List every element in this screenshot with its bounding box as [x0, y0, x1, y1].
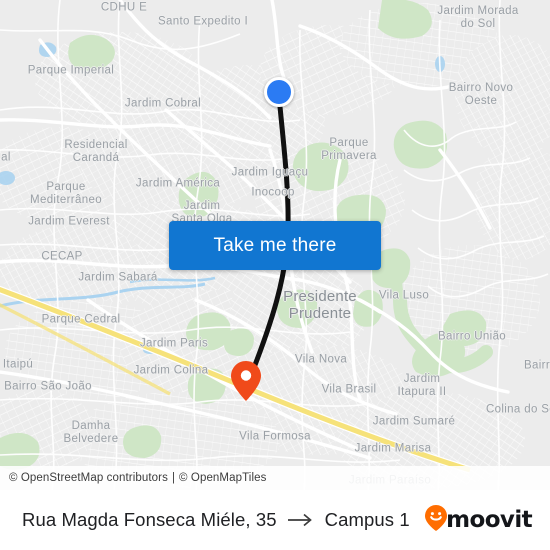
route-origin-label: Rua Magda Fonseca Miéle, 35: [22, 509, 277, 530]
moovit-pin-icon: [425, 504, 448, 536]
arrow-right-icon: [287, 513, 314, 527]
map-canvas[interactable]: CDHU E Santo Expedito I Jardim Morada do S…: [0, 0, 550, 490]
moovit-route-screenshot: CDHU E Santo Expedito I Jardim Morada do S…: [0, 0, 550, 550]
route-footer-bar: Rua Magda Fonseca Miéle, 35 Campus 1 moo…: [0, 490, 550, 550]
osm-attribution-link[interactable]: © OpenStreetMap contributors: [9, 472, 168, 484]
openmaptiles-attribution-link[interactable]: © OpenMapTiles: [179, 472, 266, 484]
route-destination-label: Campus 1: [324, 509, 410, 530]
moovit-logo[interactable]: moovit: [425, 504, 533, 536]
destination-pin-marker[interactable]: [231, 361, 261, 401]
route-summary: Rua Magda Fonseca Miéle, 35 Campus 1: [22, 509, 413, 531]
origin-dot-marker[interactable]: [264, 77, 294, 107]
take-me-there-button[interactable]: Take me there: [169, 221, 381, 270]
attribution-separator: |: [171, 472, 176, 484]
moovit-wordmark: moovit: [446, 507, 532, 533]
map-attribution-bar: © OpenStreetMap contributors | © OpenMap…: [0, 466, 550, 490]
